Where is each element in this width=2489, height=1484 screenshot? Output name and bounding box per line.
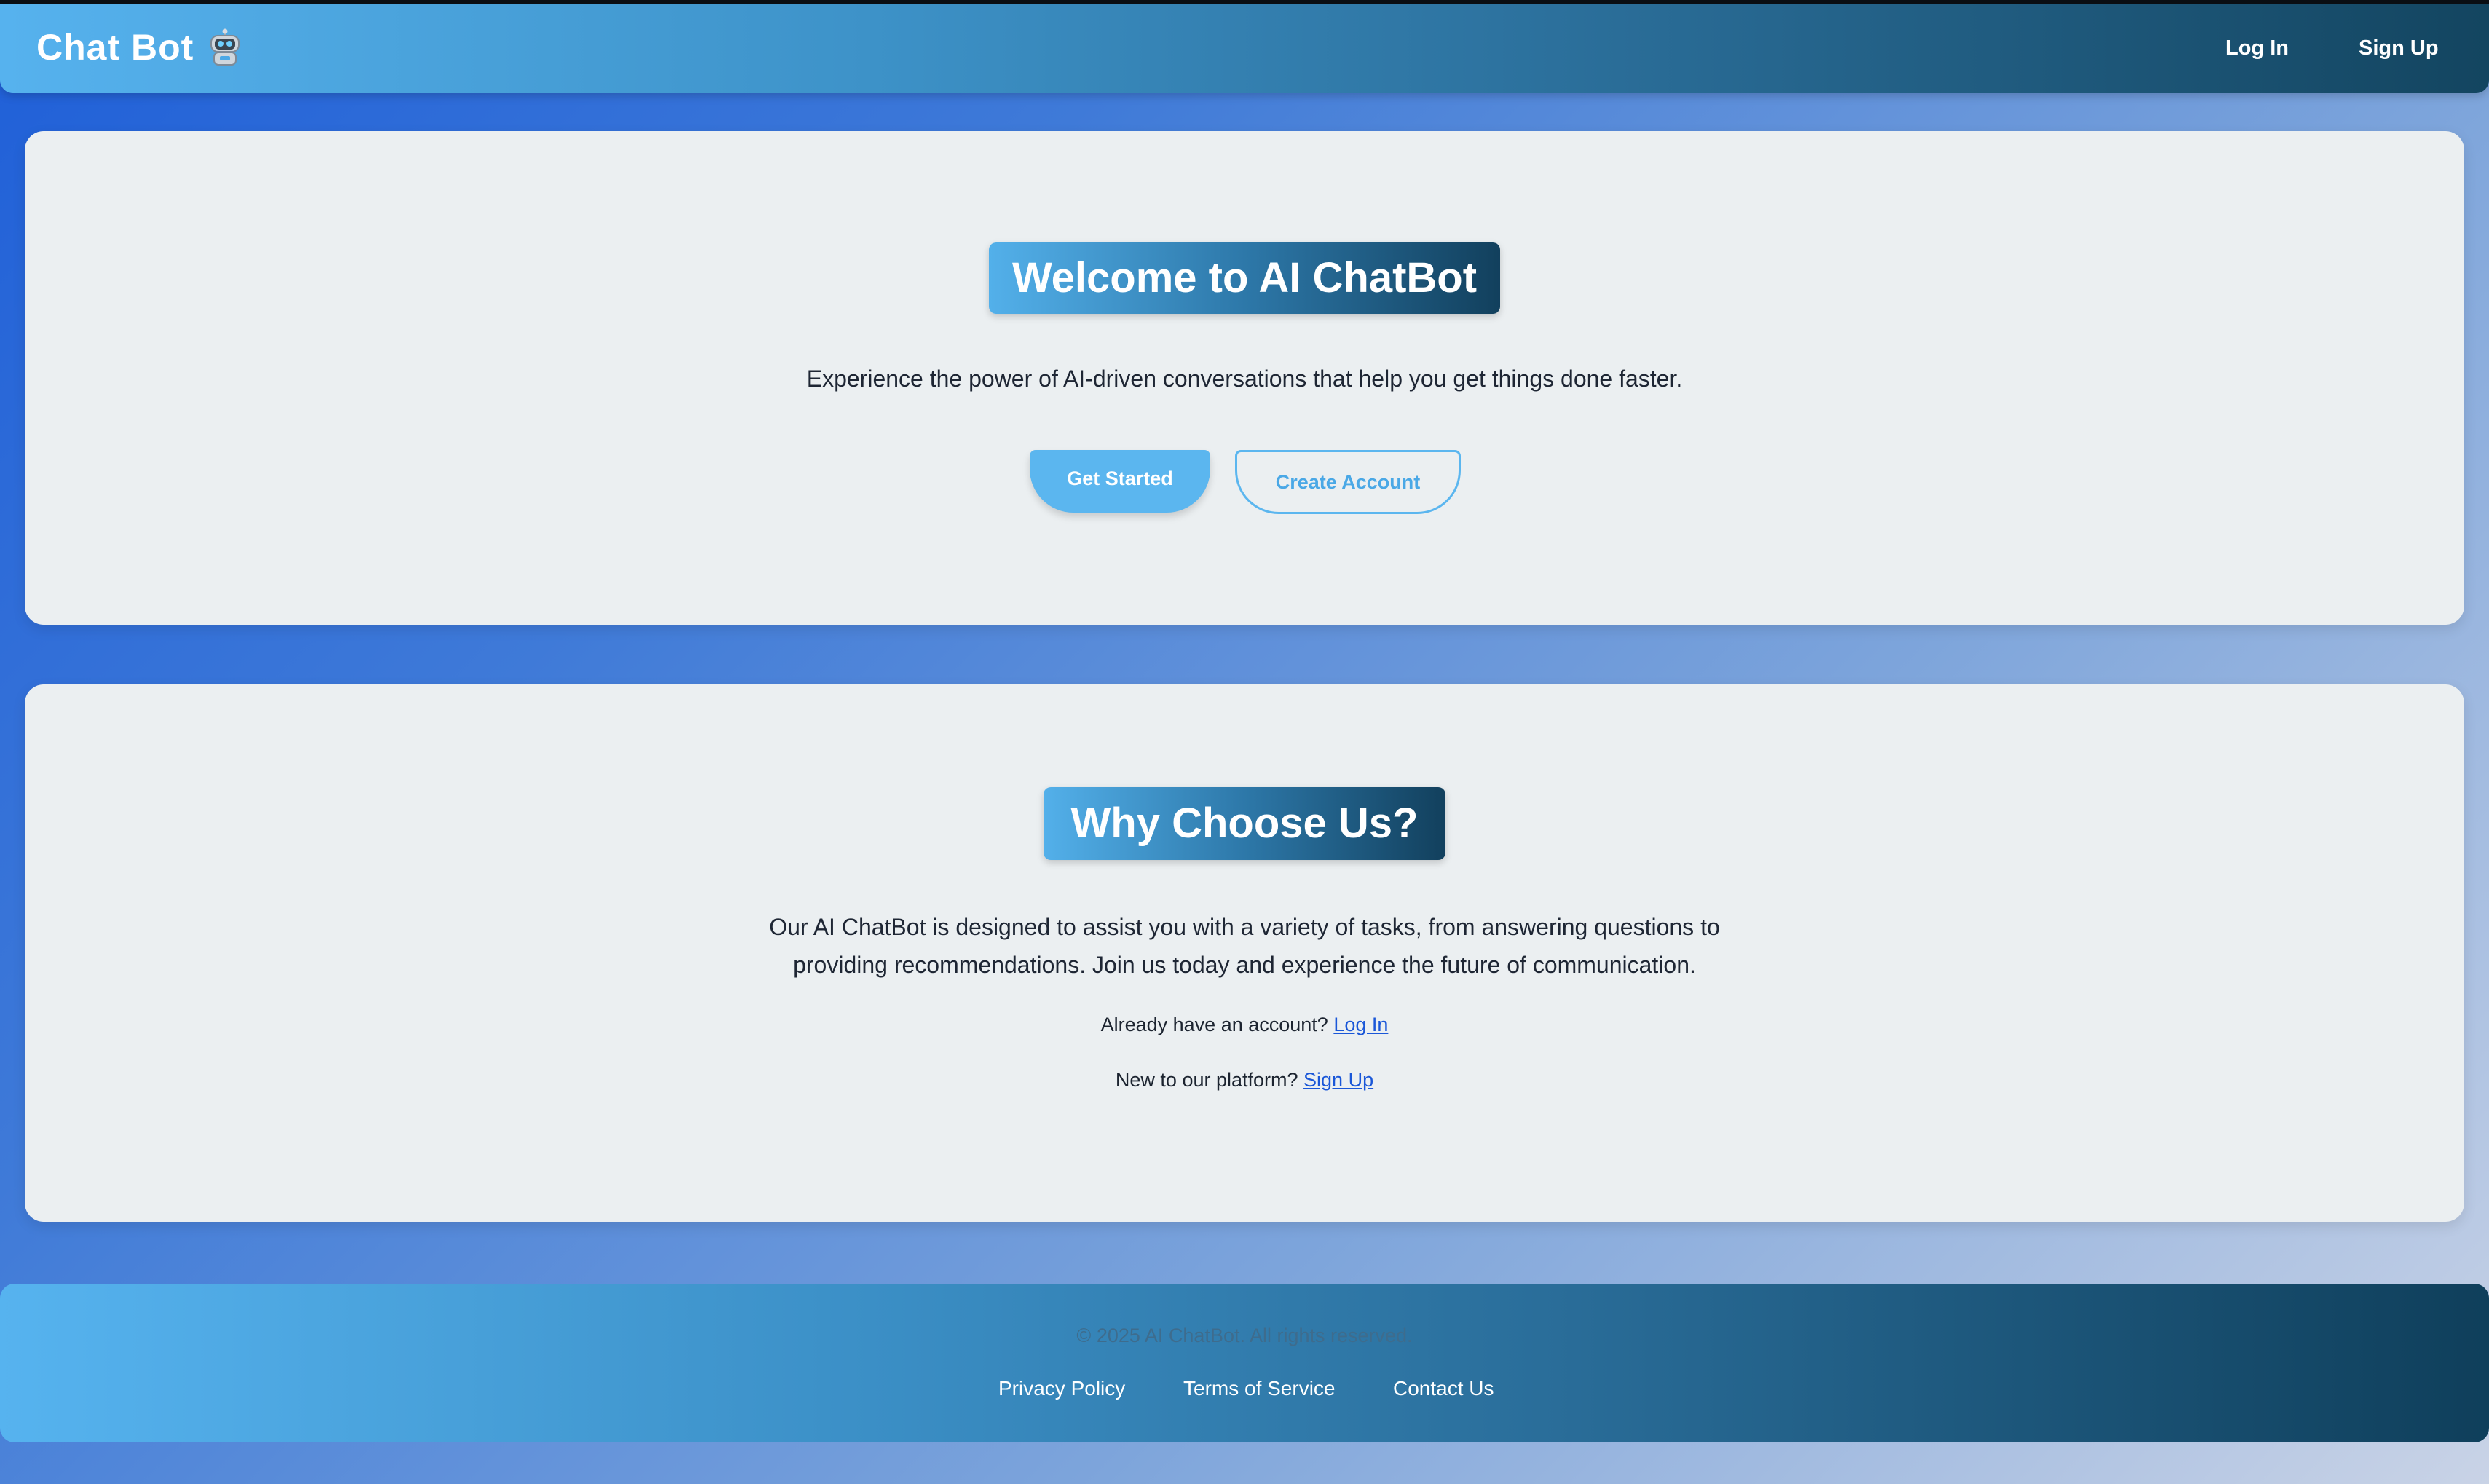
- brand-logo[interactable]: Chat Bot: [36, 26, 243, 68]
- robot-icon: [207, 28, 243, 66]
- terms-of-service-link[interactable]: Terms of Service: [1183, 1377, 1336, 1400]
- privacy-policy-link[interactable]: Privacy Policy: [998, 1377, 1125, 1400]
- login-link[interactable]: Log In: [1333, 1014, 1388, 1035]
- create-account-button[interactable]: Create Account: [1235, 450, 1461, 514]
- features-title: Why Choose Us?: [1044, 787, 1445, 860]
- signup-prompt: New to our platform? Sign Up: [0, 1069, 2489, 1092]
- features-description: Our AI ChatBot is designed to assist you…: [769, 914, 1720, 978]
- signup-link[interactable]: Sign Up: [1303, 1069, 1373, 1091]
- hero-card: Welcome to AI ChatBot Experience the pow…: [25, 131, 2464, 625]
- contact-us-link[interactable]: Contact Us: [1393, 1377, 1494, 1400]
- navbar: Chat Bot Log In Sign Up: [0, 4, 2489, 93]
- footer: © 2025 AI ChatBot. All rights reserved. …: [0, 1284, 2489, 1442]
- hero-subtitle: Experience the power of AI-driven conver…: [806, 366, 1683, 392]
- signup-prompt-text: New to our platform?: [1115, 1069, 1298, 1091]
- hero-title: Welcome to AI ChatBot: [989, 242, 1500, 314]
- brand-name: Chat Bot: [36, 27, 194, 68]
- login-prompt-text: Already have an account?: [1100, 1014, 1328, 1035]
- nav-login-link[interactable]: Log In: [2225, 36, 2289, 60]
- copyright-text: © 2025 AI ChatBot. All rights reserved.: [1076, 1325, 1413, 1346]
- login-prompt: Already have an account? Log In: [0, 1014, 2489, 1036]
- nav-signup-link[interactable]: Sign Up: [2359, 36, 2439, 60]
- get-started-button[interactable]: Get Started: [1030, 450, 1210, 513]
